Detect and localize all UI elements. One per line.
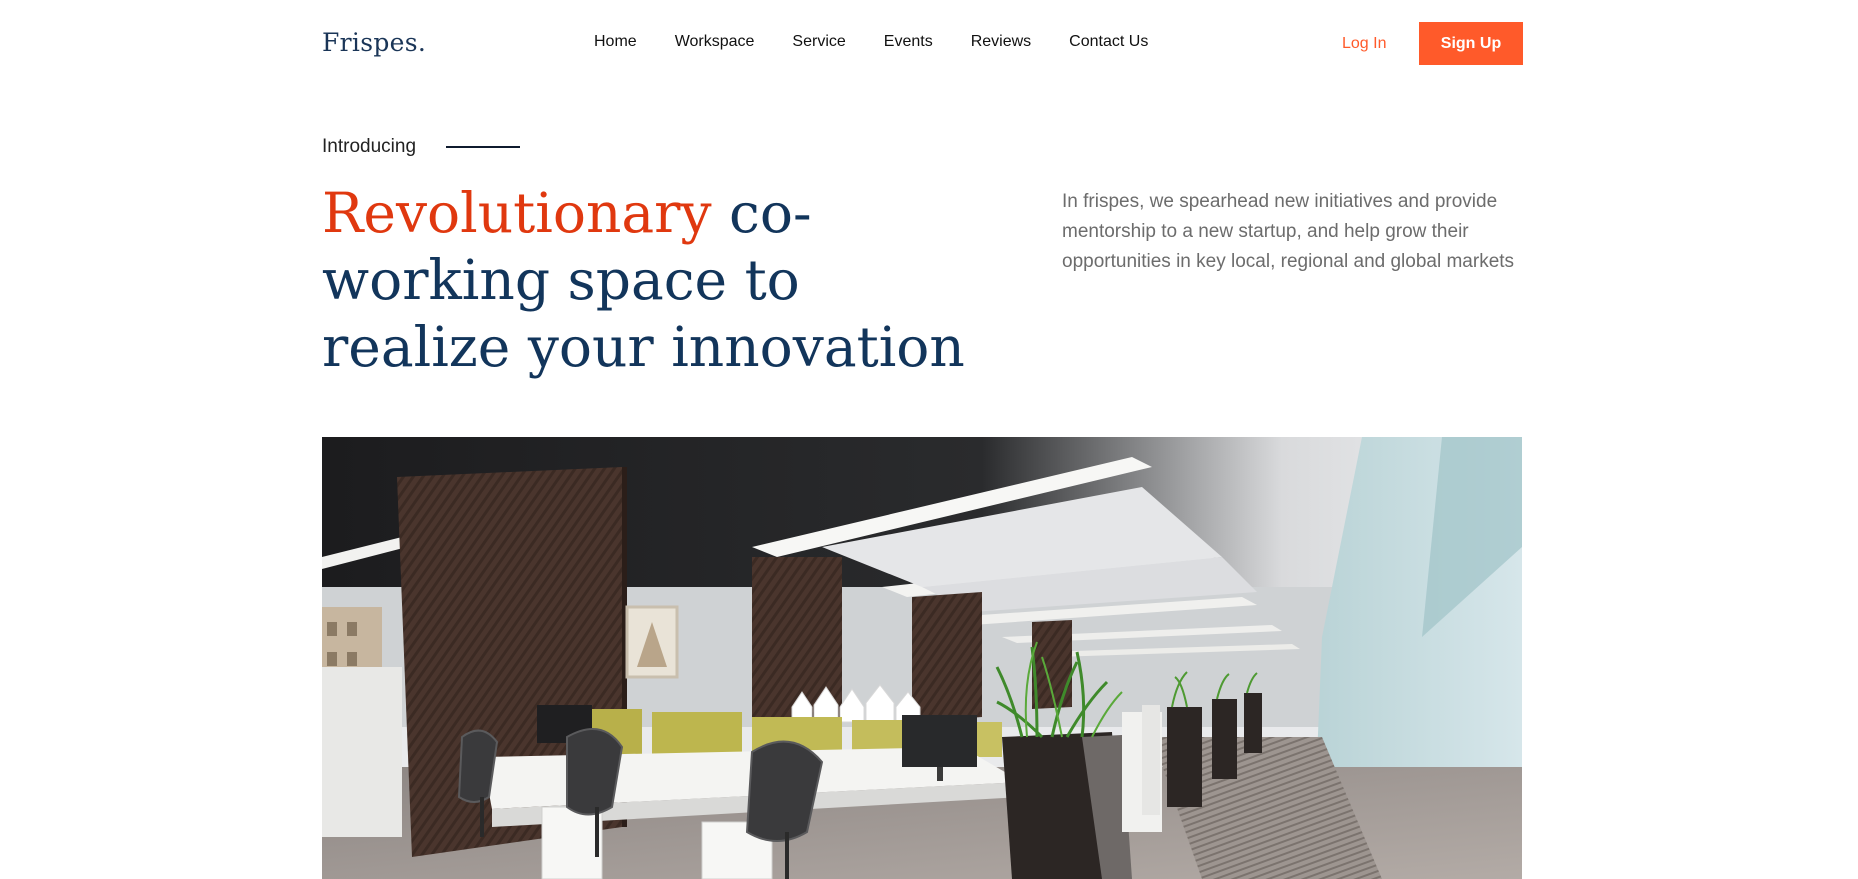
signup-button[interactable]: Sign Up — [1419, 22, 1523, 65]
brand-logo[interactable]: Frispes. — [322, 28, 426, 57]
headline-accent: Revolutionary — [322, 181, 712, 245]
hero-headline: Revolutionary co-working space to realiz… — [322, 180, 1002, 381]
nav-item-contact-us[interactable]: Contact Us — [1069, 33, 1148, 51]
nav-item-service[interactable]: Service — [792, 33, 845, 51]
login-link[interactable]: Log In — [1342, 35, 1386, 53]
eyebrow-text: Introducing — [322, 136, 417, 157]
nav-item-workspace[interactable]: Workspace — [675, 33, 755, 51]
hero-description: In frispes, we spearhead new initiatives… — [1062, 191, 1515, 272]
office-photo — [322, 437, 1522, 879]
hero-eyebrow: Introducing — [322, 136, 521, 158]
nav-item-events[interactable]: Events — [884, 33, 933, 51]
main-nav: Home Workspace Service Events Reviews Co… — [594, 33, 1186, 51]
site-header: Frispes. Home Workspace Service Events R… — [0, 0, 1858, 88]
nav-item-reviews[interactable]: Reviews — [971, 33, 1031, 51]
nav-item-home[interactable]: Home — [594, 33, 637, 51]
eyebrow-divider — [446, 146, 521, 148]
